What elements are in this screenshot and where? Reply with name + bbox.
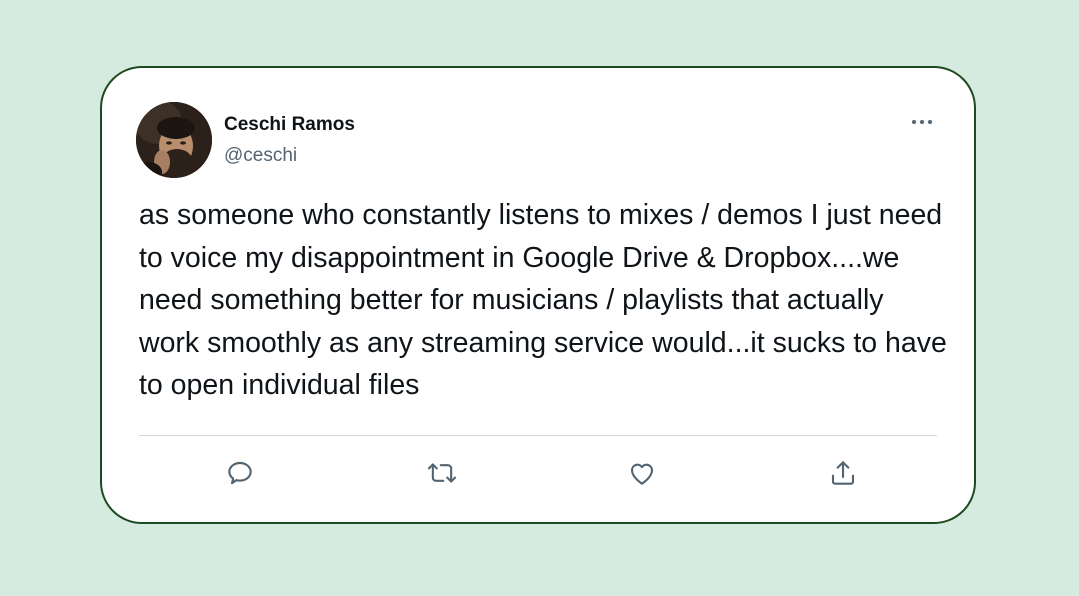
- tweet-actions: [139, 453, 941, 493]
- divider: [139, 435, 937, 436]
- share-upload-icon[interactable]: [823, 453, 863, 493]
- author-name[interactable]: Ceschi Ramos: [224, 114, 355, 136]
- like-heart-icon[interactable]: [622, 453, 662, 493]
- reply-icon[interactable]: [220, 453, 260, 493]
- more-options-icon[interactable]: [908, 110, 936, 134]
- retweet-icon[interactable]: [422, 453, 462, 493]
- tweet-card: Ceschi Ramos @ceschi as someone who cons…: [100, 66, 976, 524]
- author-avatar[interactable]: [136, 102, 212, 178]
- author-handle[interactable]: @ceschi: [224, 145, 297, 167]
- avatar-image: [136, 102, 212, 178]
- tweet-text: as someone who constantly listens to mix…: [139, 199, 947, 401]
